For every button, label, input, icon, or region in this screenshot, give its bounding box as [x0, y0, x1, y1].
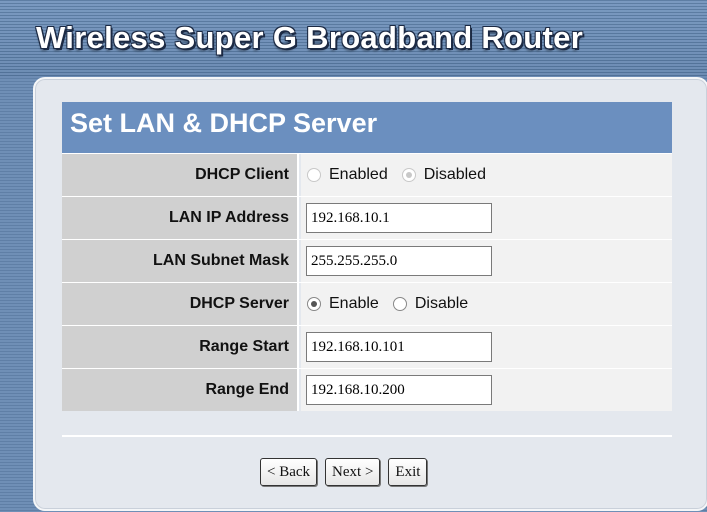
dhcp-client-disabled-radio: [401, 168, 416, 182]
dhcp-server-enable-radio[interactable]: [307, 297, 321, 311]
lan-ip-label: LAN IP Address: [62, 197, 299, 239]
app-title: Wireless Super G Broadband Router: [36, 20, 584, 55]
range-end-label: Range End: [62, 369, 299, 411]
row-lan-mask: LAN Subnet Mask: [62, 239, 672, 282]
dhcp-server-options: Enable Disable: [301, 283, 672, 325]
row-dhcp-client: DHCP Client Enabled Disabled: [62, 153, 672, 196]
dhcp-server-enable-label: Enable: [329, 295, 379, 312]
back-button[interactable]: < Back: [260, 458, 318, 486]
dhcp-client-enabled-label: Enabled: [329, 166, 388, 183]
lan-ip-input[interactable]: [306, 203, 492, 233]
exit-button[interactable]: Exit: [388, 458, 428, 486]
section-title: Set LAN & DHCP Server: [62, 102, 672, 153]
next-button[interactable]: Next >: [325, 458, 381, 486]
dhcp-server-label: DHCP Server: [62, 283, 299, 325]
dhcp-client-enabled-radio: [307, 168, 321, 182]
row-range-start: Range Start: [62, 325, 672, 368]
lan-mask-input[interactable]: [306, 246, 492, 276]
dhcp-server-disable-radio[interactable]: [392, 297, 407, 311]
dhcp-client-disabled-label: Disabled: [423, 166, 486, 183]
range-start-input[interactable]: [306, 332, 492, 362]
range-end-input[interactable]: [306, 375, 492, 405]
dhcp-server-disable-label: Disable: [414, 295, 469, 312]
button-bar: < Back Next > Exit: [62, 435, 672, 497]
range-start-label: Range Start: [62, 326, 299, 368]
row-dhcp-server: DHCP Server Enable Disable: [62, 282, 672, 325]
dhcp-client-options: Enabled Disabled: [301, 154, 672, 196]
dhcp-client-label: DHCP Client: [62, 154, 299, 196]
settings-table: Set LAN & DHCP Server DHCP Client Enable…: [62, 102, 672, 411]
row-lan-ip: LAN IP Address: [62, 196, 672, 239]
lan-mask-label: LAN Subnet Mask: [62, 240, 299, 282]
title-banner: Wireless Super G Broadband Router: [0, 0, 707, 78]
row-range-end: Range End: [62, 368, 672, 411]
